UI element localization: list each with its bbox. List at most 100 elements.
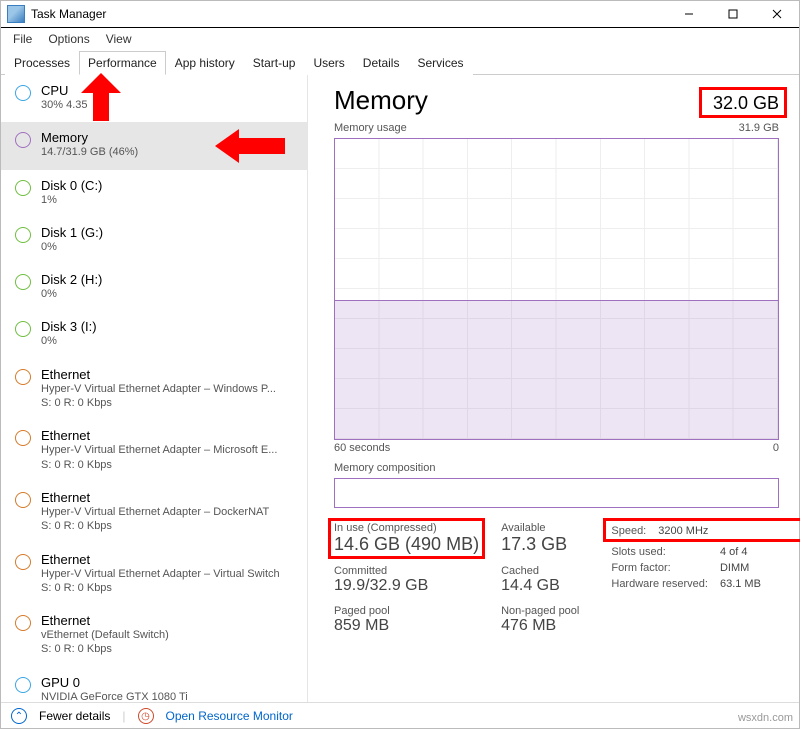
committed-value: 19.9/32.9 GB	[334, 577, 479, 595]
sidebar-item-sub: Hyper-V Virtual Ethernet Adapter – Micro…	[41, 443, 277, 472]
footer: ⌃ Fewer details | ◷ Open Resource Monito…	[1, 702, 799, 729]
sidebar-item-sub: 30% 4.35	[41, 98, 87, 112]
sidebar-item-sub: Hyper-V Virtual Ethernet Adapter – Windo…	[41, 382, 276, 411]
hr-label: Hardware reserved:	[611, 577, 718, 591]
sidebar-item-sub: 1%	[41, 193, 102, 207]
avail-value: 17.3 GB	[501, 534, 579, 555]
sidebar-icon	[15, 615, 31, 631]
sidebar-icon	[15, 492, 31, 508]
sidebar-item-sub: 0%	[41, 287, 102, 301]
sidebar-item-title: Disk 3 (I:)	[41, 319, 97, 334]
sidebar-item-ethernet[interactable]: EthernetHyper-V Virtual Ethernet Adapter…	[1, 359, 307, 421]
sidebar-item-sub: 0%	[41, 240, 103, 254]
menu-view[interactable]: View	[98, 30, 140, 48]
tab-app-history[interactable]: App history	[166, 51, 244, 75]
tab-services[interactable]: Services	[408, 51, 472, 75]
tab-users[interactable]: Users	[304, 51, 353, 75]
fewer-details-icon[interactable]: ⌃	[11, 708, 27, 724]
page-title: Memory	[334, 85, 428, 116]
slots-value: 4 of 4	[720, 545, 771, 559]
memory-total: 32.0 GB	[713, 93, 779, 114]
sidebar-item-title: Disk 1 (G:)	[41, 225, 103, 240]
sidebar-item-title: Ethernet	[41, 428, 277, 443]
paged-label: Paged pool	[334, 605, 479, 617]
usage-max: 31.9 GB	[739, 122, 779, 134]
sidebar-item-disk-0-c-[interactable]: Disk 0 (C:)1%	[1, 170, 307, 217]
sidebar-icon	[15, 180, 31, 196]
paged-value: 859 MB	[334, 617, 479, 635]
sidebar-item-title: Ethernet	[41, 613, 169, 628]
sidebar-icon	[15, 132, 31, 148]
window-title: Task Manager	[31, 7, 667, 21]
sidebar-item-ethernet[interactable]: EthernetHyper-V Virtual Ethernet Adapter…	[1, 544, 307, 606]
open-resource-monitor-link[interactable]: Open Resource Monitor	[166, 709, 293, 723]
nonpaged-label: Non-paged pool	[501, 605, 579, 617]
sidebar-icon	[15, 321, 31, 337]
axis-left: 60 seconds	[334, 442, 390, 454]
sidebar-icon	[15, 85, 31, 101]
fewer-details-link[interactable]: Fewer details	[39, 709, 110, 723]
sidebar-item-sub: 0%	[41, 334, 97, 348]
sidebar-item-title: Disk 2 (H:)	[41, 272, 102, 287]
hr-value: 63.1 MB	[720, 577, 771, 591]
memory-composition-bar[interactable]	[334, 478, 779, 508]
menubar: File Options View	[1, 28, 799, 50]
sidebar-item-disk-3-i-[interactable]: Disk 3 (I:)0%	[1, 311, 307, 358]
specs-table: Speed: 3200 MHz Slots used: 4 of 4 Form …	[609, 522, 773, 635]
sidebar-item-title: CPU	[41, 83, 87, 98]
tab-performance[interactable]: Performance	[79, 51, 166, 75]
sidebar-item-title: Ethernet	[41, 552, 280, 567]
sidebar-item-title: Memory	[41, 130, 138, 145]
stats-grid: In use (Compressed) 14.6 GB (490 MB) Ava…	[334, 522, 579, 635]
sidebar-item-title: GPU 0	[41, 675, 188, 690]
sidebar-icon	[15, 554, 31, 570]
memory-usage-graph[interactable]	[334, 138, 779, 440]
watermark: wsxdn.com	[738, 712, 793, 724]
tab-details[interactable]: Details	[354, 51, 409, 75]
minimize-button[interactable]	[667, 1, 711, 27]
slots-label: Slots used:	[611, 545, 718, 559]
resource-monitor-icon[interactable]: ◷	[138, 708, 154, 724]
speed-value: 3200 MHz	[658, 524, 718, 538]
sidebar-item-ethernet[interactable]: EthernetHyper-V Virtual Ethernet Adapter…	[1, 482, 307, 544]
sidebar-item-memory[interactable]: Memory14.7/31.9 GB (46%)	[1, 122, 307, 169]
tabbar: Processes Performance App history Start-…	[1, 50, 799, 75]
sidebar-item-sub: vEthernet (Default Switch)S: 0 R: 0 Kbps	[41, 628, 169, 657]
sidebar-item-disk-2-h-[interactable]: Disk 2 (H:)0%	[1, 264, 307, 311]
tab-start-up[interactable]: Start-up	[244, 51, 305, 75]
axis-right: 0	[773, 442, 779, 454]
sidebar-item-ethernet[interactable]: EthernetvEthernet (Default Switch)S: 0 R…	[1, 605, 307, 667]
sidebar-item-sub: NVIDIA GeForce GTX 1080 Ti2%	[41, 690, 188, 702]
menu-options[interactable]: Options	[40, 30, 97, 48]
sidebar-item-gpu-0[interactable]: GPU 0NVIDIA GeForce GTX 1080 Ti2%	[1, 667, 307, 702]
usage-label: Memory usage	[334, 122, 407, 134]
speed-label: Speed:	[611, 524, 656, 538]
sidebar-item-cpu[interactable]: CPU30% 4.35	[1, 75, 307, 122]
sidebar-icon	[15, 677, 31, 693]
avail-label: Available	[501, 522, 579, 534]
sidebar-item-sub: 14.7/31.9 GB (46%)	[41, 145, 138, 159]
sidebar-item-sub: Hyper-V Virtual Ethernet Adapter – Docke…	[41, 505, 269, 534]
ff-label: Form factor:	[611, 561, 718, 575]
app-icon	[7, 5, 25, 23]
sidebar-item-ethernet[interactable]: EthernetHyper-V Virtual Ethernet Adapter…	[1, 420, 307, 482]
task-manager-window: Task Manager File Options View Processes…	[0, 0, 800, 729]
cached-label: Cached	[501, 565, 579, 577]
performance-sidebar: CPU30% 4.35Memory14.7/31.9 GB (46%)Disk …	[1, 75, 308, 702]
sidebar-item-title: Ethernet	[41, 490, 269, 505]
ff-value: DIMM	[720, 561, 771, 575]
maximize-button[interactable]	[711, 1, 755, 27]
close-button[interactable]	[755, 1, 799, 27]
memory-usage-fill	[335, 300, 778, 439]
inuse-value: 14.6 GB (490 MB)	[334, 534, 479, 555]
sidebar-item-title: Disk 0 (C:)	[41, 178, 102, 193]
menu-file[interactable]: File	[5, 30, 40, 48]
cached-value: 14.4 GB	[501, 577, 579, 595]
tab-processes[interactable]: Processes	[5, 51, 79, 75]
sidebar-icon	[15, 227, 31, 243]
sidebar-item-sub: Hyper-V Virtual Ethernet Adapter – Virtu…	[41, 567, 280, 596]
titlebar: Task Manager	[1, 1, 799, 28]
sidebar-item-disk-1-g-[interactable]: Disk 1 (G:)0%	[1, 217, 307, 264]
composition-label: Memory composition	[334, 462, 779, 474]
sidebar-icon	[15, 430, 31, 446]
